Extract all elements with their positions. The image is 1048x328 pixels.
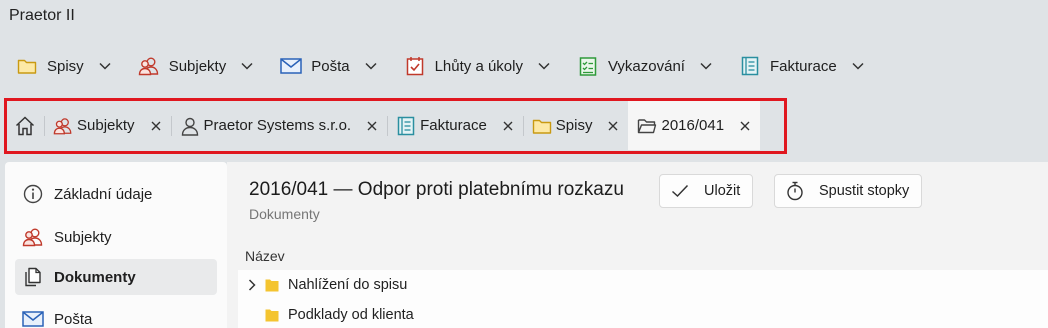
checkmark-icon: [670, 181, 690, 201]
chevron-down-icon[interactable]: [98, 59, 112, 73]
document-tree: Nahlížení do spisu Podklady od klienta: [238, 270, 1048, 328]
stopwatch-icon: [785, 181, 805, 201]
list-item-label: Nahlížení do spisu: [288, 277, 408, 293]
close-icon[interactable]: [365, 119, 379, 133]
list-item-label: Podklady od klienta: [288, 307, 414, 323]
column-header-nazev[interactable]: Název: [245, 248, 285, 264]
menu-spisy[interactable]: Spisy: [0, 44, 122, 88]
start-stopwatch-button[interactable]: Spustit stopky: [774, 174, 923, 208]
chevron-right-icon[interactable]: [245, 278, 259, 292]
chevron-down-icon[interactable]: [240, 59, 254, 73]
close-icon[interactable]: [501, 119, 515, 133]
folder-icon: [532, 116, 552, 136]
menu-vykazovani[interactable]: Vykazování: [561, 44, 723, 88]
app-title: Praetor II: [9, 7, 75, 24]
people-icon: [138, 55, 160, 77]
folder-icon: [265, 309, 279, 322]
mail-icon: [22, 308, 44, 328]
save-button[interactable]: Uložit: [659, 174, 754, 208]
mail-icon: [280, 55, 302, 77]
sidebar-item-label: Základní údaje: [54, 185, 153, 203]
sidebar-item-dokumenty[interactable]: Dokumenty: [15, 259, 217, 295]
invoice-icon: [396, 116, 416, 136]
sidebar-item-label: Subjekty: [54, 228, 112, 246]
sidebar-item-label: Pošta: [54, 310, 93, 328]
main-content: 2016/041 — Odpor proti platebnímu rozkaz…: [227, 162, 1048, 328]
page-subtitle: Dokumenty: [249, 206, 320, 222]
sidebar: Základní údaje Subjekty Dokumenty Pošta: [5, 162, 227, 328]
page-title: 2016/041 — Odpor proti platebnímu rozkaz…: [249, 179, 624, 200]
tab-2016-041[interactable]: 2016/041: [628, 101, 761, 150]
tab-subjekty[interactable]: Subjekty: [44, 101, 171, 150]
start-stopwatch-label: Spustit stopky: [819, 183, 910, 199]
folder-icon: [16, 55, 38, 77]
save-button-label: Uložit: [704, 183, 741, 199]
sidebar-item-zakladni-udaje[interactable]: Základní údaje: [15, 176, 217, 212]
list-item[interactable]: Nahlížení do spisu: [238, 270, 1048, 300]
calendar-check-icon: [404, 55, 426, 77]
tab-fakturace[interactable]: Fakturace: [387, 101, 523, 150]
close-icon[interactable]: [149, 119, 163, 133]
sidebar-item-posta[interactable]: Pošta: [15, 301, 217, 328]
sidebar-item-subjekty[interactable]: Subjekty: [15, 219, 217, 255]
menu-subjekty[interactable]: Subjekty: [122, 44, 265, 88]
tab-praetor-systems[interactable]: Praetor Systems s.r.o.: [170, 101, 388, 150]
documents-icon: [22, 266, 44, 288]
checklist-icon: [577, 55, 599, 77]
close-icon[interactable]: [606, 119, 620, 133]
menu-posta[interactable]: Pošta: [264, 44, 387, 88]
people-icon: [53, 116, 73, 136]
close-icon[interactable]: [738, 119, 752, 133]
info-icon: [22, 183, 44, 205]
tabbar: Subjekty Praetor Systems s.r.o. Fakturac…: [7, 101, 761, 150]
person-icon: [180, 116, 200, 136]
sidebar-item-label: Dokumenty: [54, 268, 136, 286]
home-icon: [13, 114, 37, 138]
open-folder-icon: [637, 116, 657, 136]
chevron-down-icon[interactable]: [364, 59, 378, 73]
tab-home[interactable]: [7, 101, 44, 150]
folder-icon: [265, 279, 279, 292]
people-icon: [22, 226, 44, 248]
chevron-down-icon[interactable]: [851, 59, 865, 73]
list-item[interactable]: Podklady od klienta: [238, 300, 1048, 328]
invoice-icon: [739, 55, 761, 77]
menu-fakturace[interactable]: Fakturace: [723, 44, 875, 88]
chevron-down-icon[interactable]: [537, 59, 551, 73]
menu-lhuty[interactable]: Lhůty a úkoly: [388, 44, 561, 88]
chevron-down-icon[interactable]: [699, 59, 713, 73]
main-menubar: Spisy Subjekty Pošta Lhůty a úkoly Vykaz…: [0, 44, 875, 88]
tab-spisy[interactable]: Spisy: [522, 101, 629, 150]
